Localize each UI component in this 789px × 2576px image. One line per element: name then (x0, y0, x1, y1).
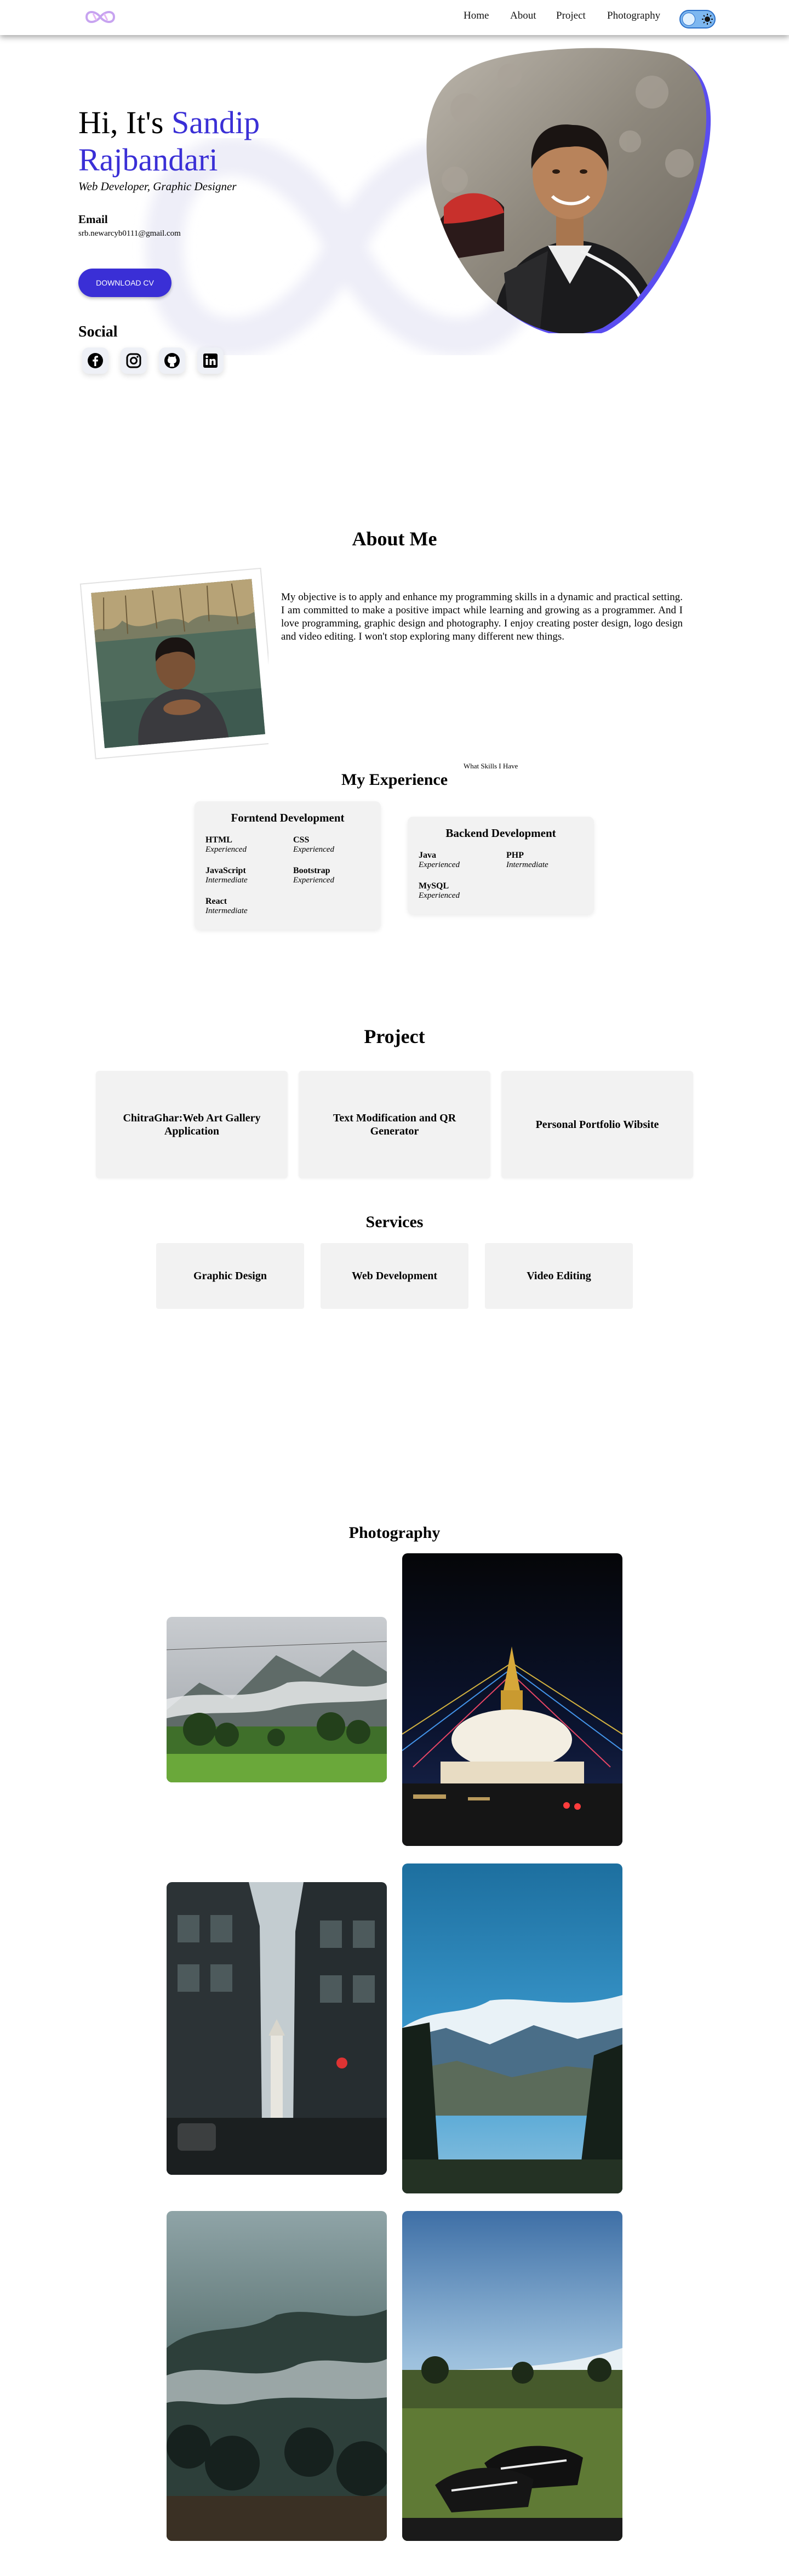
experience-title: My Experience (341, 771, 448, 789)
email-label: Email (78, 213, 108, 226)
service-card-video-editing[interactable]: Video Editing (485, 1243, 633, 1309)
backend-title: Backend Development (445, 827, 556, 840)
download-cv-button[interactable]: DOWNLOAD CV (78, 269, 171, 297)
skill-item: Bootstrap Experienced (293, 866, 334, 885)
skill-level: Experienced (419, 891, 460, 900)
project-title: Project (364, 1025, 425, 1047)
sun-icon (702, 14, 713, 25)
social-label: Social (78, 323, 118, 340)
social-links (82, 347, 224, 374)
nav-home[interactable]: Home (464, 10, 489, 22)
hero-title: Hi, It's Sandip Rajbandari (78, 104, 407, 179)
skill-name: React (205, 897, 227, 906)
hero-profile-photo (426, 48, 711, 333)
email-value[interactable]: srb.newarcyb0111@gmail.com (78, 229, 181, 238)
skill-item: JavaScript Intermediate (205, 866, 248, 885)
project-card-text-qr[interactable]: Text Modification and QR Generator (299, 1071, 490, 1178)
backend-card: Backend Development Java Experienced PHP I… (408, 817, 594, 914)
project-card-chitraghar[interactable]: ChitraGhar:Web Art Gallery Application (96, 1071, 288, 1178)
facebook-icon[interactable] (82, 347, 108, 374)
skill-name: CSS (293, 835, 310, 845)
logo-icon[interactable] (82, 7, 118, 27)
about-text: My objective is to apply and enhance my … (281, 591, 683, 642)
skill-name: MySQL (419, 881, 449, 891)
skill-name: JavaScript (205, 866, 246, 875)
service-card-graphic-design[interactable]: Graphic Design (156, 1243, 304, 1309)
skill-level: Experienced (293, 845, 334, 854)
skill-item: MySQL Experienced (419, 881, 460, 901)
linkedin-icon[interactable] (197, 347, 224, 374)
theme-toggle[interactable] (679, 10, 716, 29)
skill-item: HTML Experienced (205, 835, 247, 854)
instagram-icon[interactable] (121, 347, 147, 374)
github-icon[interactable] (159, 347, 185, 374)
service-card-web-development[interactable]: Web Development (321, 1243, 468, 1309)
about-title: About Me (352, 528, 437, 550)
skill-level: Intermediate (205, 876, 248, 885)
nav-photography[interactable]: Photography (607, 10, 660, 22)
skill-level: Experienced (419, 860, 460, 869)
skill-item: PHP Intermediate (506, 851, 548, 870)
hero-subtitle: Web Developer, Graphic Designer (78, 180, 237, 193)
skill-level: Intermediate (506, 860, 548, 869)
skill-item: CSS Experienced (293, 835, 334, 854)
photo-shoes-on-grass[interactable] (402, 2211, 622, 2541)
photo-city-street[interactable] (167, 1882, 387, 2175)
photo-stupa-night[interactable] (402, 1553, 622, 1846)
photo-mountain-valley[interactable] (402, 1863, 622, 2193)
about-photo (79, 567, 268, 760)
skill-name: Java (419, 851, 436, 860)
services-title: Services (365, 1213, 424, 1231)
skill-level: Experienced (293, 876, 334, 885)
skill-item: React Intermediate (205, 897, 248, 916)
hero-greeting: Hi, It's (78, 105, 171, 140)
skill-item: Java Experienced (419, 851, 460, 870)
nav-about[interactable]: About (510, 10, 536, 22)
skill-name: Bootstrap (293, 866, 330, 875)
frontend-title: Forntend Development (231, 811, 345, 824)
project-card-portfolio[interactable]: Personal Portfolio Wibsite (501, 1071, 693, 1178)
nav-project[interactable]: Project (556, 10, 586, 22)
photo-foggy-forest[interactable] (167, 2211, 387, 2541)
photo-misty-mountains[interactable] (167, 1617, 387, 1782)
skill-level: Experienced (205, 845, 247, 854)
navbar: Home About Project Photography (0, 0, 789, 35)
photography-title: Photography (348, 1524, 441, 1542)
skill-name: PHP (506, 851, 524, 860)
frontend-card: Forntend Development HTML Experienced CSS… (195, 801, 381, 930)
skill-name: HTML (205, 835, 232, 845)
skills-caption: What Skills I Have (464, 762, 518, 770)
skill-level: Intermediate (205, 907, 248, 915)
toggle-knob (682, 13, 695, 26)
